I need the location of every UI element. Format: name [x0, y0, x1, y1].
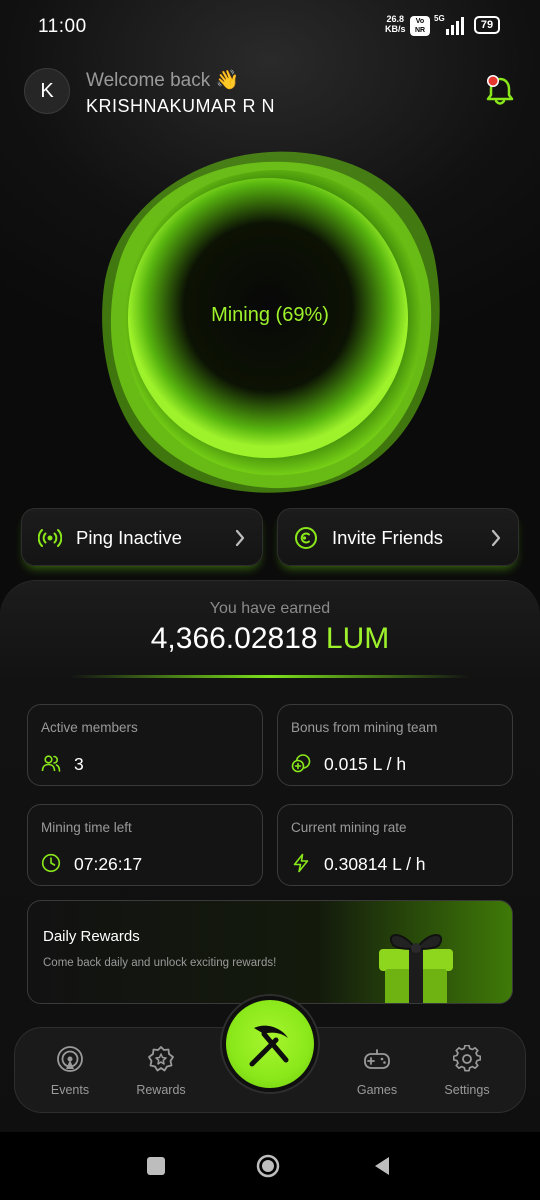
avatar[interactable]: K	[24, 68, 70, 114]
notification-dot	[488, 76, 498, 86]
chevron-right-icon	[491, 529, 501, 547]
gamepad-icon	[364, 1049, 390, 1069]
mining-status: Mining (69%)	[211, 304, 329, 326]
system-nav-bar	[0, 1132, 540, 1200]
earned-unit: LUM	[325, 622, 390, 655]
net-speed: 26.8 KB/s	[385, 14, 406, 34]
earned-number: 4,366.02818	[150, 622, 318, 655]
notification-bell-button[interactable]	[480, 70, 520, 110]
gift-box-icon	[379, 934, 453, 1003]
net-speed-unit: KB/s	[385, 24, 406, 34]
mining-time-card[interactable]: Mining time left 07:26:17	[27, 804, 263, 886]
battery-icon: 79	[474, 16, 500, 34]
mining-rate-card[interactable]: Current mining rate 0.30814 L / h	[277, 804, 513, 886]
network-type: 5G	[434, 14, 445, 23]
stat-value: 0.015 L / h	[324, 754, 407, 774]
volte-bottom: NR	[414, 27, 426, 34]
earned-label: You have earned	[209, 600, 331, 617]
username: KRISHNAKUMAR R N	[86, 96, 276, 116]
daily-rewards-card[interactable]: Daily Rewards Come back daily and unlock…	[27, 900, 513, 1004]
earned-amount: 4,366.02818 LUM	[0, 622, 540, 656]
volte-top: Vo	[415, 18, 425, 25]
back-icon[interactable]	[370, 1154, 394, 1178]
rewards-icon	[148, 1046, 174, 1072]
nav-settings[interactable]: Settings	[427, 1045, 507, 1103]
nav-settings-label: Settings	[444, 1083, 490, 1097]
active-members-card[interactable]: Active members 3	[27, 704, 263, 786]
net-speed-value: 26.8	[386, 14, 405, 24]
users-icon	[41, 755, 61, 772]
chevron-right-icon	[235, 529, 245, 547]
invite-label: Invite Friends	[332, 527, 444, 548]
pickaxe-icon	[249, 1025, 289, 1067]
coin-plus-icon	[291, 754, 311, 773]
mine-button[interactable]	[222, 996, 318, 1092]
home-icon[interactable]	[256, 1154, 280, 1178]
stat-value: 3	[74, 754, 84, 774]
welcome-text: Welcome back 👋	[86, 70, 240, 91]
stat-value: 07:26:17	[74, 854, 143, 874]
nav-rewards[interactable]: Rewards	[121, 1045, 201, 1103]
signal-icon: 5G	[434, 14, 468, 36]
status-time: 11:00	[38, 16, 87, 37]
invite-coin-icon	[295, 527, 317, 549]
nav-events[interactable]: Events	[30, 1045, 110, 1103]
volte-icon: Vo NR	[410, 16, 430, 36]
stat-value: 0.30814 L / h	[324, 854, 426, 874]
team-bonus-card[interactable]: Bonus from mining team 0.015 L / h	[277, 704, 513, 786]
status-bar: 11:00 26.8 KB/s Vo NR 5G 79	[0, 0, 540, 52]
nav-events-label: Events	[50, 1083, 90, 1097]
invite-friends-button[interactable]: Invite Friends	[277, 508, 519, 566]
nav-games-label: Games	[356, 1083, 398, 1097]
nav-games[interactable]: Games	[337, 1045, 417, 1103]
broadcast-icon	[38, 529, 62, 547]
glow-divider	[70, 675, 470, 678]
stat-title: Active members	[41, 720, 138, 735]
stat-title: Current mining rate	[291, 820, 407, 835]
ping-label: Ping Inactive	[76, 527, 182, 548]
daily-rewards-title: Daily Rewards	[43, 928, 140, 945]
bell-icon	[486, 75, 514, 105]
stat-title: Bonus from mining team	[291, 720, 438, 735]
ping-button[interactable]: Ping Inactive	[21, 508, 263, 566]
lightning-icon	[293, 853, 309, 873]
gear-icon	[453, 1045, 481, 1072]
clock-icon	[41, 853, 61, 873]
stat-title: Mining time left	[41, 820, 132, 835]
nav-rewards-label: Rewards	[136, 1083, 186, 1097]
events-icon	[57, 1046, 83, 1072]
recent-apps-icon[interactable]	[144, 1154, 168, 1178]
daily-rewards-description: Come back daily and unlock exciting rewa…	[43, 957, 277, 969]
